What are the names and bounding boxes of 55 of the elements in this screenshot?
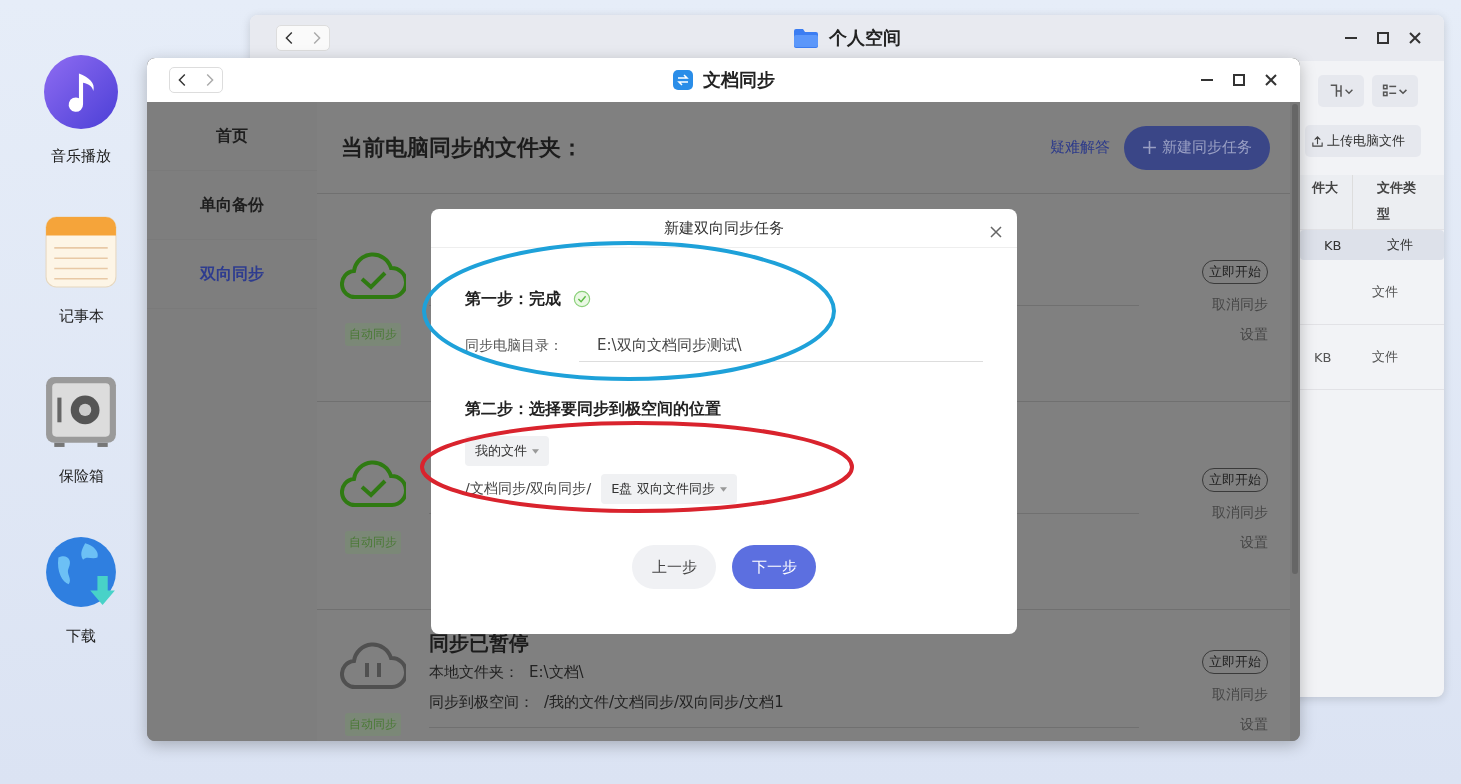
sidebar-item[interactable]: 单向备份 xyxy=(147,171,317,240)
previous-button[interactable]: 上一步 xyxy=(632,545,716,589)
step-heading: 第一步：完成 xyxy=(465,289,561,309)
action-link[interactable]: 设置 xyxy=(1240,326,1268,344)
window-title: 个人空间 xyxy=(829,26,901,50)
table-cell-text: 文件 xyxy=(1386,236,1413,254)
table-cell: KB xyxy=(1314,349,1332,365)
auto-sync-tag: 自动同步 xyxy=(345,323,401,346)
task-status: 同步已暂停 xyxy=(429,630,530,657)
caret-icon xyxy=(532,448,539,454)
close-icon[interactable] xyxy=(989,225,1003,239)
auto-sync-tag: 自动同步 xyxy=(345,531,401,554)
page-heading: 当前电脑同步的文件夹： xyxy=(341,133,583,162)
new-task-button[interactable]: 新建同步任务 xyxy=(1124,125,1270,170)
folder-icon xyxy=(793,28,819,48)
app-label: 音乐播放 xyxy=(51,147,111,166)
location-dropdown[interactable]: 我的文件 xyxy=(465,436,549,466)
column-header[interactable]: 文件类型 xyxy=(1353,175,1417,229)
table-cell: KB xyxy=(1324,237,1342,253)
field-value: E:\文档\ xyxy=(529,662,584,682)
app-label: 记事本 xyxy=(58,307,104,326)
table-cell-text: 文件 xyxy=(1371,283,1398,301)
close-icon[interactable] xyxy=(1264,73,1278,87)
window-title: 文档同步 xyxy=(702,68,775,92)
app-label: 保险箱 xyxy=(58,467,104,486)
plus-icon xyxy=(1142,140,1157,155)
caret-icon xyxy=(719,486,727,492)
maximize-icon[interactable] xyxy=(1376,31,1390,45)
close-icon[interactable] xyxy=(1408,31,1422,45)
list-view-icon xyxy=(1380,83,1410,99)
view-dropdown[interactable] xyxy=(1372,75,1418,107)
sidebar-item[interactable]: 首页 xyxy=(147,102,317,171)
field-label: 同步电脑目录： xyxy=(465,337,564,355)
field-label: 同步到极空间： xyxy=(429,692,534,712)
next-button[interactable]: 下一步 xyxy=(732,545,816,589)
field-label: 本地文件夹： xyxy=(429,662,519,682)
sort-dropdown[interactable] xyxy=(1318,75,1364,107)
auto-sync-tag: 自动同步 xyxy=(345,713,401,736)
file-row[interactable]: KB 文件 xyxy=(1300,230,1444,260)
app-label: 下载 xyxy=(66,627,96,646)
upload-button[interactable]: 上传电脑文件 xyxy=(1305,125,1421,157)
step-heading: 第二步：选择要同步到极空间的位置 xyxy=(465,399,721,419)
table-cell-text: 文件 xyxy=(1371,348,1398,366)
help-link[interactable]: 疑难解答 xyxy=(1050,138,1110,157)
safe-app-icon[interactable] xyxy=(44,375,118,449)
dialog-title: 新建双向同步任务 xyxy=(664,218,784,238)
folder-dropdown[interactable]: E盘 双向文件同步 xyxy=(601,474,737,504)
music-app-icon[interactable] xyxy=(44,55,118,129)
action-link[interactable]: 设置 xyxy=(1240,716,1268,734)
upload-icon xyxy=(1311,134,1324,148)
globe-download-app-icon[interactable] xyxy=(44,535,118,609)
action-link[interactable]: 设置 xyxy=(1240,534,1268,552)
sidebar-item[interactable]: 双向同步 xyxy=(147,240,317,309)
maximize-icon[interactable] xyxy=(1232,73,1246,87)
sync-app-icon xyxy=(672,70,693,90)
